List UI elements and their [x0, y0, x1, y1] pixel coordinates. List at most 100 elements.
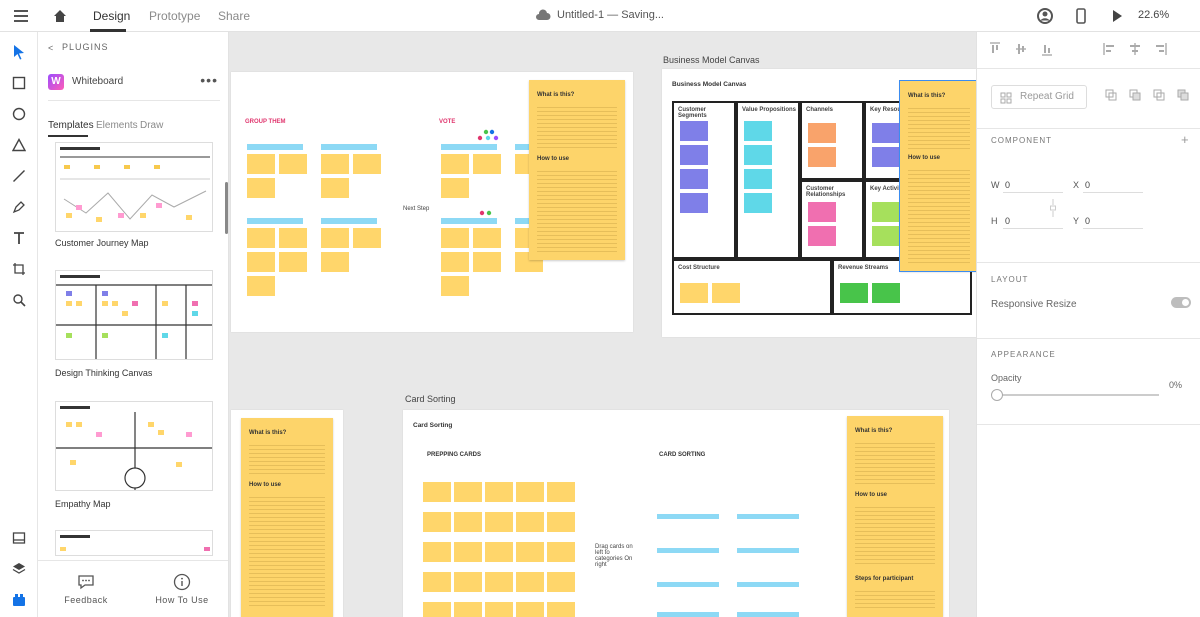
- sticky-note[interactable]: [680, 121, 708, 141]
- bmc-cell-customer-relationships[interactable]: Customer Relationships: [800, 180, 864, 259]
- prep-card[interactable]: [547, 512, 575, 532]
- align-bottom-icon[interactable]: [1041, 42, 1053, 56]
- lock-aspect-icon[interactable]: [1049, 198, 1057, 218]
- sticky-note[interactable]: [279, 228, 307, 248]
- align-left-icon[interactable]: [1103, 42, 1115, 56]
- sticky-note[interactable]: [473, 228, 501, 248]
- tab-prototype[interactable]: Prototype: [149, 9, 200, 23]
- artboard-label-card-sorting[interactable]: Card Sorting: [405, 394, 456, 404]
- align-top-icon[interactable]: [989, 42, 1001, 56]
- sticky-note[interactable]: [441, 228, 469, 248]
- prep-card[interactable]: [423, 542, 451, 562]
- opacity-value[interactable]: 0%: [1169, 380, 1182, 390]
- prep-card[interactable]: [423, 482, 451, 502]
- sticky-note[interactable]: [872, 202, 900, 222]
- template-thumbnail-customer-journey[interactable]: [55, 142, 213, 232]
- prep-card[interactable]: [454, 482, 482, 502]
- sticky-note[interactable]: [321, 154, 349, 174]
- assets-icon[interactable]: [9, 528, 29, 548]
- boolean-subtract-icon[interactable]: [1129, 89, 1141, 101]
- home-icon[interactable]: [52, 8, 68, 24]
- sticky-note[interactable]: [808, 226, 836, 246]
- prep-card[interactable]: [547, 572, 575, 592]
- sticky-note[interactable]: [247, 276, 275, 296]
- prep-card[interactable]: [516, 572, 544, 592]
- add-component-icon[interactable]: +: [1181, 132, 1189, 147]
- sticky-note[interactable]: [680, 283, 708, 303]
- line-tool-icon[interactable]: [9, 166, 29, 186]
- select-tool-icon[interactable]: [9, 42, 29, 62]
- sticky-note[interactable]: [279, 154, 307, 174]
- sticky-note[interactable]: [680, 169, 708, 189]
- prep-card[interactable]: [547, 482, 575, 502]
- prep-card[interactable]: [547, 602, 575, 617]
- zoom-level[interactable]: 22.6%: [1138, 9, 1169, 21]
- tab-design[interactable]: Design: [93, 9, 130, 23]
- boolean-exclude-icon[interactable]: [1177, 89, 1189, 101]
- prep-card[interactable]: [516, 542, 544, 562]
- prep-card[interactable]: [423, 572, 451, 592]
- bmc-cell-value-propositions[interactable]: Value Propositions: [736, 101, 800, 259]
- artboard-tool-icon[interactable]: [9, 259, 29, 279]
- prep-card[interactable]: [485, 512, 513, 532]
- opacity-slider-knob[interactable]: [991, 389, 1003, 401]
- bmc-cell-customer-segments[interactable]: Customer Segments: [672, 101, 736, 259]
- text-tool-icon[interactable]: [9, 228, 29, 248]
- sticky-note[interactable]: [680, 193, 708, 213]
- template-label[interactable]: Design Thinking Canvas: [55, 368, 152, 378]
- bmc-cell-channels[interactable]: Channels: [800, 101, 864, 180]
- prep-card[interactable]: [454, 602, 482, 617]
- sticky-note[interactable]: [441, 252, 469, 272]
- prep-card[interactable]: [547, 542, 575, 562]
- sticky-note[interactable]: [473, 252, 501, 272]
- sticky-note[interactable]: [744, 121, 772, 141]
- sticky-note[interactable]: [247, 252, 275, 272]
- repeat-grid-button[interactable]: Repeat Grid: [991, 85, 1087, 109]
- y-input[interactable]: 0: [1085, 216, 1090, 226]
- template-label[interactable]: Customer Journey Map: [55, 238, 149, 248]
- sticky-note[interactable]: [441, 178, 469, 198]
- prep-card[interactable]: [485, 542, 513, 562]
- sticky-note[interactable]: [744, 169, 772, 189]
- sticky-note[interactable]: [712, 283, 740, 303]
- template-label[interactable]: Empathy Map: [55, 499, 111, 509]
- sticky-note[interactable]: [680, 145, 708, 165]
- sticky-note[interactable]: [808, 202, 836, 222]
- sticky-note[interactable]: [279, 252, 307, 272]
- pen-tool-icon[interactable]: [9, 197, 29, 217]
- responsive-resize-toggle[interactable]: [1171, 297, 1191, 308]
- sticky-note[interactable]: [840, 283, 868, 303]
- prep-card[interactable]: [516, 512, 544, 532]
- prep-card[interactable]: [485, 602, 513, 617]
- artboard-partial[interactable]: What is this? How to use: [231, 410, 343, 617]
- canvas[interactable]: GROUP THEM VOTE Next Step What is this? …: [229, 32, 976, 617]
- play-icon[interactable]: [1108, 7, 1126, 25]
- align-middle-icon[interactable]: [1015, 42, 1027, 56]
- sticky-note[interactable]: [872, 147, 900, 167]
- sticky-note[interactable]: [321, 178, 349, 198]
- sticky-note[interactable]: [441, 154, 469, 174]
- tab-draw[interactable]: Draw: [140, 120, 163, 131]
- sticky-note[interactable]: [744, 145, 772, 165]
- zoom-tool-icon[interactable]: [9, 290, 29, 310]
- sticky-note[interactable]: [321, 228, 349, 248]
- prep-card[interactable]: [454, 512, 482, 532]
- sticky-note[interactable]: [247, 154, 275, 174]
- sticky-note[interactable]: [872, 123, 900, 143]
- ellipse-tool-icon[interactable]: [9, 104, 29, 124]
- prep-card[interactable]: [516, 482, 544, 502]
- info-note[interactable]: What is this? How to use: [529, 80, 625, 260]
- template-thumbnail-partial[interactable]: [55, 530, 213, 556]
- sticky-note[interactable]: [247, 228, 275, 248]
- feedback-button[interactable]: Feedback: [46, 573, 126, 605]
- align-center-icon[interactable]: [1129, 42, 1141, 56]
- document-title[interactable]: Untitled-1 — Saving...: [557, 9, 664, 21]
- sticky-note[interactable]: [808, 147, 836, 167]
- boolean-intersect-icon[interactable]: [1153, 89, 1165, 101]
- how-to-use-button[interactable]: How To Use: [142, 573, 222, 605]
- sticky-note[interactable]: [321, 252, 349, 272]
- layers-icon[interactable]: [9, 559, 29, 579]
- more-icon[interactable]: •••: [200, 72, 218, 88]
- sticky-note[interactable]: [808, 123, 836, 143]
- opacity-slider-track[interactable]: [999, 394, 1159, 396]
